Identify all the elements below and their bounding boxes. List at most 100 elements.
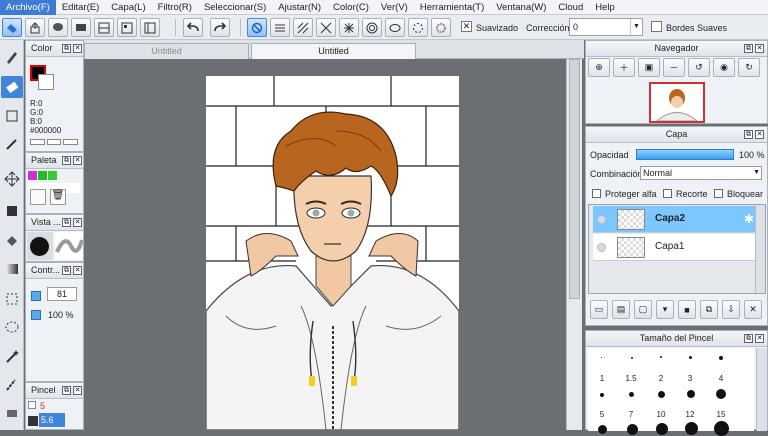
navigator-preview[interactable] [649,82,705,123]
close-icon[interactable]: ✕ [755,44,764,53]
float-icon[interactable]: ⧉ [62,218,71,227]
menu-item[interactable]: Ventana(W) [490,0,552,15]
eraser-tool-icon[interactable] [1,76,23,98]
color-mode-button[interactable] [46,139,62,145]
redo-icon[interactable] [210,18,230,37]
brush-dot[interactable] [719,356,723,360]
close-icon[interactable]: ✕ [73,44,82,53]
delete-layer-icon[interactable]: ✕ [744,300,762,319]
close-icon[interactable]: ✕ [755,130,764,139]
drawing-canvas[interactable] [205,76,460,431]
blend-mode-select[interactable]: Normal ▼ [640,166,762,180]
brush-dot[interactable] [601,357,602,358]
brush-dot[interactable] [685,422,698,435]
brush-size-2[interactable]: 5.6 [39,413,65,427]
palette-swatch[interactable] [48,171,57,180]
visibility-icon[interactable] [597,243,606,252]
brush-dot[interactable] [656,423,668,435]
background-color-swatch[interactable] [38,74,54,90]
tab-untitled-inactive[interactable]: Untitled [84,43,249,59]
brush-size-1[interactable]: 5 [40,401,45,411]
protect-alpha-checkbox[interactable] [592,189,601,198]
layer-list-scrollbar[interactable] [755,205,765,293]
magic-wand-icon[interactable] [1,345,23,367]
stabilizer-cross-icon[interactable] [316,18,336,37]
fill-tool-icon[interactable] [1,200,23,222]
comment-icon[interactable] [71,18,91,37]
brush-dot[interactable] [714,421,729,436]
lasso-select-icon[interactable] [1,288,23,310]
new-vector-layer-icon[interactable]: ▤ [612,300,630,319]
zoom-in-icon[interactable]: ＋ [613,58,635,77]
pen-tool-icon[interactable] [1,133,23,155]
export-icon[interactable] [25,18,45,37]
stabilizer-radial-icon[interactable] [339,18,359,37]
layer-settings-gear-icon[interactable]: ✱ [744,212,754,226]
clipping-checkbox[interactable] [663,189,672,198]
menu-item[interactable]: Editar(E) [56,0,105,15]
menu-item[interactable]: Ver(V) [375,0,414,15]
rotate-left-icon[interactable]: ↺ [688,58,710,77]
deselect-icon[interactable] [2,18,22,37]
rect-select-icon[interactable] [1,105,23,127]
float-icon[interactable]: ⧉ [62,156,71,165]
grid-icon[interactable] [94,18,114,37]
size-input[interactable]: 81 [47,287,77,301]
brush-size-grid[interactable]: 1 1.5 2 3 4 5 7 10 12 15 [588,348,754,436]
panels-icon[interactable] [140,18,160,37]
brush-dot[interactable] [600,393,604,397]
stabilizer-lines-icon[interactable] [270,18,290,37]
folder-icon[interactable]: ■ [678,300,696,319]
palette-swatch[interactable] [38,171,47,180]
stabilizer-concentric-icon[interactable] [362,18,382,37]
new-folder-layer-icon[interactable]: ▢ [634,300,652,319]
menu-item[interactable]: Ajustar(N) [272,0,327,15]
close-icon[interactable]: ✕ [73,266,82,275]
float-icon[interactable]: ⧉ [62,386,71,395]
float-icon[interactable]: ⧉ [62,266,71,275]
brush-size-scrollbar[interactable] [756,348,767,431]
close-icon[interactable]: ✕ [73,156,82,165]
brush-tool-icon[interactable] [1,46,23,68]
selection-pen-icon[interactable] [1,374,23,396]
trash-icon[interactable]: 🗑 [50,189,66,205]
palette-swatch[interactable] [28,171,37,180]
stabilizer-gear-icon[interactable] [431,18,451,37]
brush-dot[interactable] [716,389,726,399]
gradient-tool-icon[interactable] [1,258,23,280]
brush-dot[interactable] [658,391,665,398]
float-icon[interactable]: ⧉ [744,130,753,139]
brush-preview-stroke[interactable] [55,232,84,260]
layer-row-capa1[interactable]: Capa1 [593,234,756,261]
chat-icon[interactable] [48,18,68,37]
brush-preview-round[interactable] [27,232,53,260]
float-icon[interactable]: ⧉ [744,334,753,343]
brush-dot[interactable] [687,390,695,398]
move-tool-icon[interactable] [1,168,23,190]
brush-dot[interactable] [629,392,634,397]
soft-edges-checkbox[interactable] [651,21,662,32]
color-mode-button[interactable] [30,139,45,145]
reset-rotation-icon[interactable]: ◉ [713,58,735,77]
menu-item[interactable]: Herramienta(T) [414,0,490,15]
menu-item[interactable]: Archivo(F) [0,0,56,15]
rotate-right-icon[interactable]: ↻ [738,58,760,77]
stabilizer-ellipse-icon[interactable] [385,18,405,37]
fit-window-icon[interactable]: ▣ [638,58,660,77]
close-icon[interactable]: ✕ [755,334,764,343]
close-icon[interactable]: ✕ [73,386,82,395]
menu-item[interactable]: Cloud [552,0,589,15]
new-layer-icon[interactable]: ▭ [590,300,608,319]
layer-menu-icon[interactable]: ▾ [656,300,674,319]
opacity-slider[interactable] [636,149,734,160]
merge-layer-icon[interactable]: ⇩ [722,300,740,319]
menu-item[interactable]: Seleccionar(S) [198,0,272,15]
copy-layer-icon[interactable]: ⧉ [700,300,718,319]
new-swatch-icon[interactable] [30,189,46,205]
brush-dot[interactable] [689,356,692,359]
scroll-thumb[interactable] [569,59,580,299]
float-icon[interactable]: ⧉ [62,44,71,53]
visibility-icon[interactable] [597,215,606,224]
selection-eraser-icon[interactable] [1,402,23,424]
menu-item[interactable]: Filtro(R) [152,0,198,15]
